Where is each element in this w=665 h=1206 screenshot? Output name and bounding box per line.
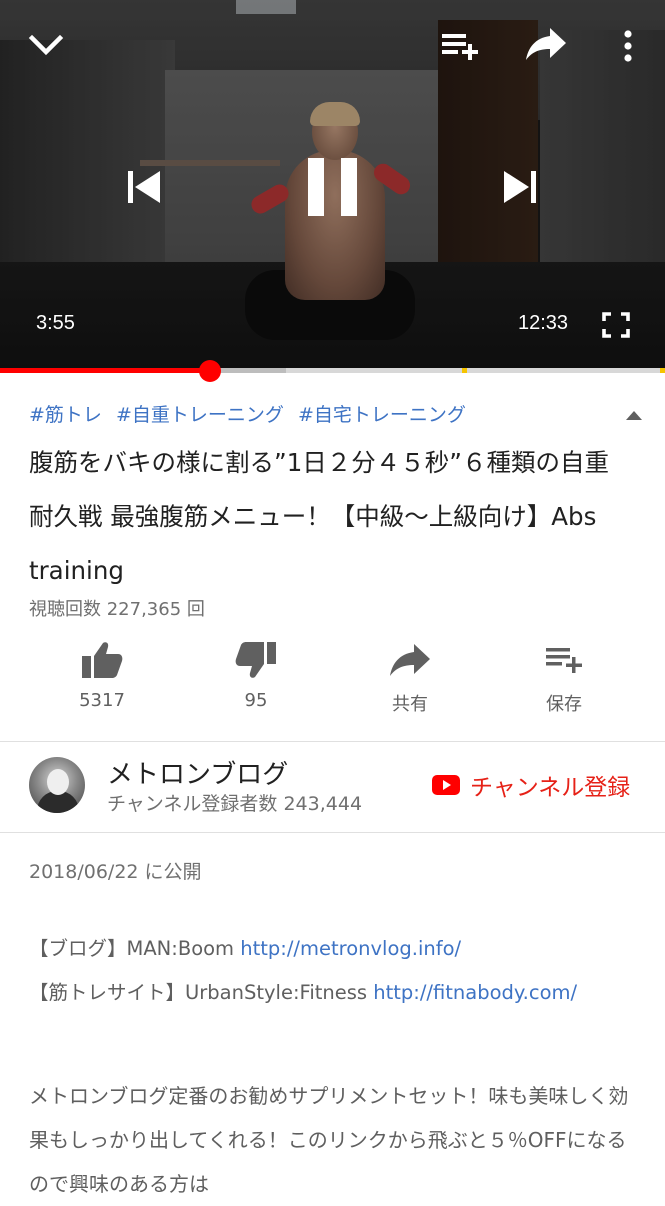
like-button[interactable]: 5317 bbox=[25, 640, 179, 730]
description-line: 【ブログ】MAN:Boom http://metronvlog.info/ bbox=[29, 932, 639, 961]
ad-marker bbox=[462, 368, 468, 373]
channel-name[interactable]: メトロンブログ bbox=[107, 754, 288, 791]
current-time: 3:55 bbox=[36, 312, 75, 334]
description-text: 【筋トレサイト】UrbanStyle:Fitness bbox=[29, 981, 374, 1004]
hashtag-link[interactable]: #筋トレ bbox=[29, 404, 102, 426]
like-count: 5317 bbox=[79, 690, 125, 711]
youtube-logo-icon bbox=[432, 775, 460, 795]
dislike-button[interactable]: 95 bbox=[179, 640, 333, 730]
playlist-add-icon bbox=[546, 648, 582, 673]
video-title: 腹筋をバキの様に割る”1日２分４５秒”６種類の自重耐久戦 最強腹筋メニュー！【中… bbox=[29, 448, 609, 585]
chevron-down-icon[interactable] bbox=[28, 30, 64, 58]
view-count: 視聴回数 227,365 回 bbox=[29, 599, 205, 620]
skip-next-icon[interactable] bbox=[500, 168, 540, 206]
thumbs-down-icon bbox=[235, 642, 276, 678]
divider bbox=[0, 832, 665, 833]
save-button[interactable]: 保存 bbox=[487, 640, 641, 730]
subscribe-label: チャンネル登録 bbox=[470, 775, 631, 801]
hashtag-link[interactable]: #自重トレーニング bbox=[116, 404, 284, 426]
total-duration: 12:33 bbox=[518, 312, 569, 334]
skip-previous-icon[interactable] bbox=[124, 168, 164, 206]
save-label: 保存 bbox=[546, 694, 582, 715]
action-bar: 5317 95 共有 保存 bbox=[0, 640, 665, 730]
share-icon bbox=[390, 644, 430, 676]
channel-avatar[interactable] bbox=[29, 757, 85, 813]
fullscreen-icon[interactable] bbox=[602, 312, 630, 338]
dislike-count: 95 bbox=[244, 690, 268, 711]
collapse-description-icon[interactable] bbox=[624, 408, 644, 422]
description-link[interactable]: http://metronvlog.info/ bbox=[240, 937, 461, 960]
hashtag-link[interactable]: #自宅トレーニング bbox=[298, 404, 466, 426]
subscriber-count: チャンネル登録者数 243,444 bbox=[107, 793, 363, 815]
share-label: 共有 bbox=[392, 694, 428, 715]
description-text: 【ブログ】MAN:Boom bbox=[29, 937, 241, 960]
description-link[interactable]: http://fitnabody.com/ bbox=[373, 981, 577, 1004]
share-icon[interactable] bbox=[524, 26, 568, 62]
played-bar bbox=[0, 368, 211, 373]
seek-thumb[interactable] bbox=[199, 360, 222, 382]
pause-icon[interactable] bbox=[303, 156, 363, 218]
more-vert-icon[interactable] bbox=[620, 30, 636, 64]
seek-bar[interactable] bbox=[0, 360, 665, 382]
share-button[interactable]: 共有 bbox=[333, 640, 487, 730]
description-paragraph: メトロンブログ定番のお勧めサプリメントセット！味も美味しく効果もしっかり出してく… bbox=[29, 1084, 629, 1196]
publish-date: 2018/06/22 に公開 bbox=[29, 861, 202, 883]
subscribe-button[interactable]: チャンネル登録 bbox=[432, 768, 630, 802]
hashtag-list: #筋トレ #自重トレーニング #自宅トレーニング bbox=[29, 400, 474, 427]
video-player[interactable]: 3:55 12:33 bbox=[0, 0, 665, 372]
divider bbox=[0, 741, 665, 742]
playlist-add-icon[interactable] bbox=[440, 30, 480, 62]
thumbs-up-icon bbox=[82, 642, 123, 678]
ad-marker bbox=[660, 368, 665, 373]
description-line: 【筋トレサイト】UrbanStyle:Fitness http://fitnab… bbox=[29, 976, 639, 1005]
